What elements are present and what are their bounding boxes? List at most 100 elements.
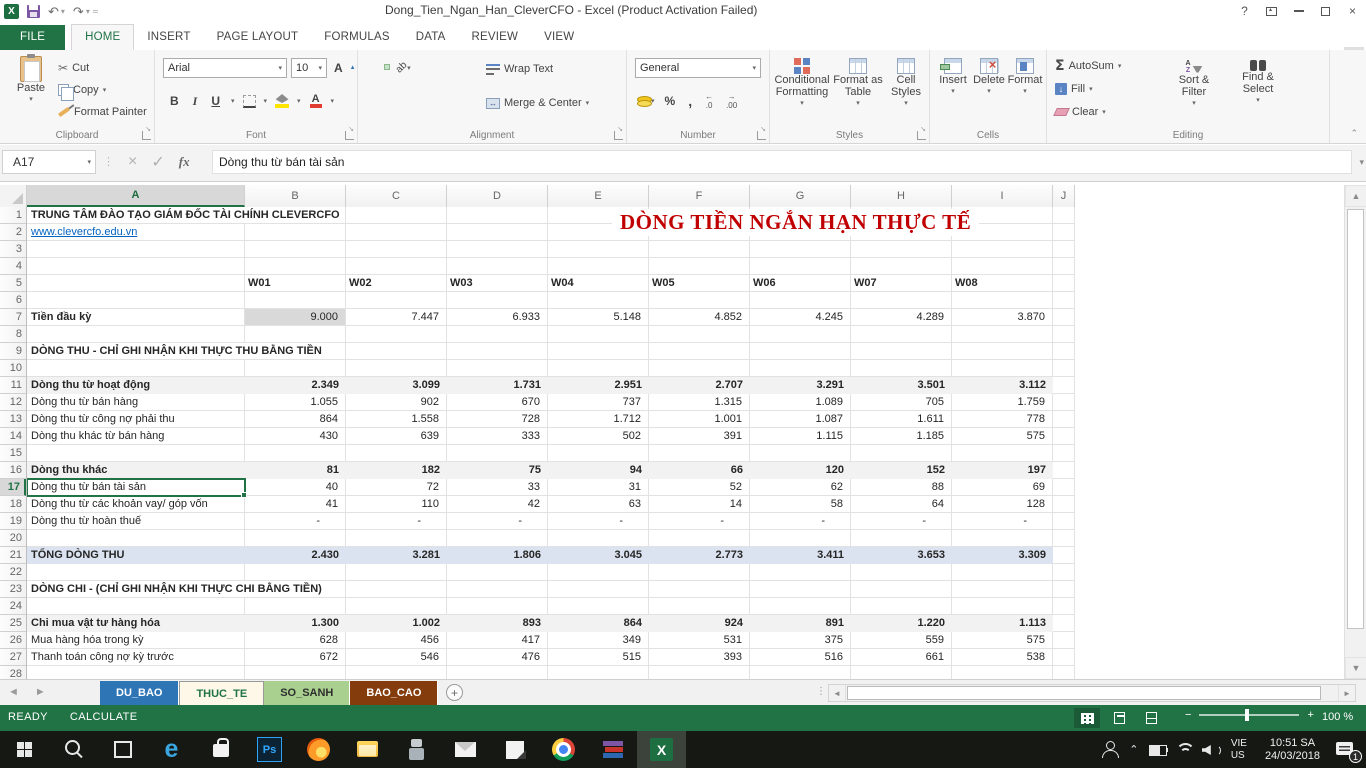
cell-H8[interactable] — [851, 326, 952, 343]
cell-E19[interactable]: - — [548, 513, 649, 530]
percent-style-button[interactable]: % — [662, 94, 679, 108]
cell-F6[interactable] — [649, 292, 750, 309]
cell-B28[interactable] — [245, 666, 346, 679]
cell-I14[interactable]: 575 — [952, 428, 1053, 445]
middle-align-button[interactable] — [375, 64, 381, 70]
cell-E13[interactable]: 1.712 — [548, 411, 649, 428]
cell-D22[interactable] — [447, 564, 548, 581]
formula-input[interactable]: Dòng thu từ bán tài sản — [212, 150, 1352, 174]
cell-J9[interactable] — [1053, 343, 1075, 360]
cell-G18[interactable]: 58 — [750, 496, 851, 513]
cell-G10[interactable] — [750, 360, 851, 377]
cell-H16[interactable]: 152 — [851, 462, 952, 479]
row-header-10[interactable]: 10 — [0, 360, 26, 377]
cell-H21[interactable]: 3.653 — [851, 547, 952, 564]
cell-B27[interactable]: 672 — [245, 649, 346, 666]
cell-I8[interactable] — [952, 326, 1053, 343]
cell-E21[interactable]: 3.045 — [548, 547, 649, 564]
conditional-formatting-button[interactable]: Conditional Formatting▾ — [774, 58, 830, 110]
cell-A24[interactable] — [27, 598, 245, 615]
cell-C3[interactable] — [346, 241, 447, 258]
row-header-19[interactable]: 19 — [0, 513, 26, 530]
ribbon-tab-page-layout[interactable]: PAGE LAYOUT — [204, 25, 312, 50]
ribbon-tab-home[interactable]: HOME — [71, 24, 134, 50]
taskbar-icon-start[interactable] — [0, 731, 49, 768]
cell-F26[interactable]: 531 — [649, 632, 750, 649]
cell-G19[interactable]: - — [750, 513, 851, 530]
cell-H28[interactable] — [851, 666, 952, 679]
row-header-8[interactable]: 8 — [0, 326, 26, 343]
cell-G5[interactable]: W06 — [750, 275, 851, 292]
taskbar-icon-file-explorer[interactable] — [343, 731, 392, 768]
cell-B3[interactable] — [245, 241, 346, 258]
cell-A4[interactable] — [27, 258, 245, 275]
cell-J28[interactable] — [1053, 666, 1075, 679]
ribbon-display-options-button[interactable] — [1258, 0, 1285, 22]
fill-button[interactable]: ↓ Fill▾ — [1055, 80, 1093, 98]
cell-J21[interactable] — [1053, 547, 1075, 564]
row-header-20[interactable]: 20 — [0, 530, 26, 547]
cell-J10[interactable] — [1053, 360, 1075, 377]
ribbon-tab-insert[interactable]: INSERT — [134, 25, 203, 50]
cell-D6[interactable] — [447, 292, 548, 309]
cell-D3[interactable] — [447, 241, 548, 258]
autosum-button[interactable]: Σ AutoSum▾ — [1055, 57, 1121, 75]
cell-C7[interactable]: 7.447 — [346, 309, 447, 326]
cell-H18[interactable]: 64 — [851, 496, 952, 513]
cell-H23[interactable] — [851, 581, 952, 598]
alignment-dialog-launcher[interactable] — [614, 131, 623, 140]
number-format-combobox[interactable]: General▾ — [635, 58, 761, 78]
zoom-out-button[interactable]: − — [1185, 709, 1191, 721]
cell-J26[interactable] — [1053, 632, 1075, 649]
vertical-scroll-thumb[interactable] — [1347, 209, 1364, 629]
cell-C17[interactable]: 72 — [346, 479, 447, 496]
increase-indent-button[interactable] — [402, 98, 408, 104]
ribbon-tab-formulas[interactable]: FORMULAS — [311, 25, 403, 50]
cell-B4[interactable] — [245, 258, 346, 275]
cell-J2[interactable] — [1053, 224, 1075, 241]
normal-view-button[interactable] — [1074, 708, 1100, 728]
fill-color-dropdown-icon[interactable]: ▾ — [297, 97, 301, 105]
scroll-down-icon[interactable]: ▼ — [1345, 657, 1366, 679]
cell-J8[interactable] — [1053, 326, 1075, 343]
cell-H10[interactable] — [851, 360, 952, 377]
name-box[interactable]: A17▾ — [2, 150, 96, 174]
cell-D8[interactable] — [447, 326, 548, 343]
cell-J1[interactable] — [1053, 207, 1075, 224]
cell-I7[interactable]: 3.870 — [952, 309, 1053, 326]
new-sheet-button[interactable]: + — [446, 684, 463, 701]
undo-icon[interactable]: ↶ — [48, 5, 59, 18]
cell-D11[interactable]: 1.731 — [447, 377, 548, 394]
cell-D24[interactable] — [447, 598, 548, 615]
cell-F16[interactable]: 66 — [649, 462, 750, 479]
cell-G12[interactable]: 1.089 — [750, 394, 851, 411]
selection-fill-handle[interactable] — [241, 492, 247, 498]
scroll-left-icon[interactable]: ◄ — [829, 685, 846, 701]
cell-D2[interactable] — [447, 224, 548, 241]
cell-G3[interactable] — [750, 241, 851, 258]
cell-I18[interactable]: 128 — [952, 496, 1053, 513]
cell-J24[interactable] — [1053, 598, 1075, 615]
cell-B10[interactable] — [245, 360, 346, 377]
sheet-tab-bao_cao[interactable]: BAO_CAO — [350, 681, 438, 705]
cell-C24[interactable] — [346, 598, 447, 615]
row-header-27[interactable]: 27 — [0, 649, 26, 666]
cell-A14[interactable]: Dòng thu khác từ bán hàng — [27, 428, 245, 445]
cell-I12[interactable]: 1.759 — [952, 394, 1053, 411]
cell-I27[interactable]: 538 — [952, 649, 1053, 666]
font-name-combobox[interactable]: Arial▾ — [163, 58, 287, 78]
cell-C25[interactable]: 1.002 — [346, 615, 447, 632]
cell-B14[interactable]: 430 — [245, 428, 346, 445]
collapse-ribbon-icon[interactable]: ⌃ — [1350, 128, 1358, 139]
save-icon[interactable] — [27, 5, 40, 18]
cell-F20[interactable] — [649, 530, 750, 547]
cell-C5[interactable]: W02 — [346, 275, 447, 292]
cell-I24[interactable] — [952, 598, 1053, 615]
cell-D7[interactable]: 6.933 — [447, 309, 548, 326]
font-color-dropdown-icon[interactable]: ▾ — [331, 97, 335, 105]
cell-G6[interactable] — [750, 292, 851, 309]
ribbon-tab-view[interactable]: VIEW — [531, 25, 587, 50]
cell-J23[interactable] — [1053, 581, 1075, 598]
column-header-J[interactable]: J — [1053, 185, 1075, 207]
cell-C10[interactable] — [346, 360, 447, 377]
